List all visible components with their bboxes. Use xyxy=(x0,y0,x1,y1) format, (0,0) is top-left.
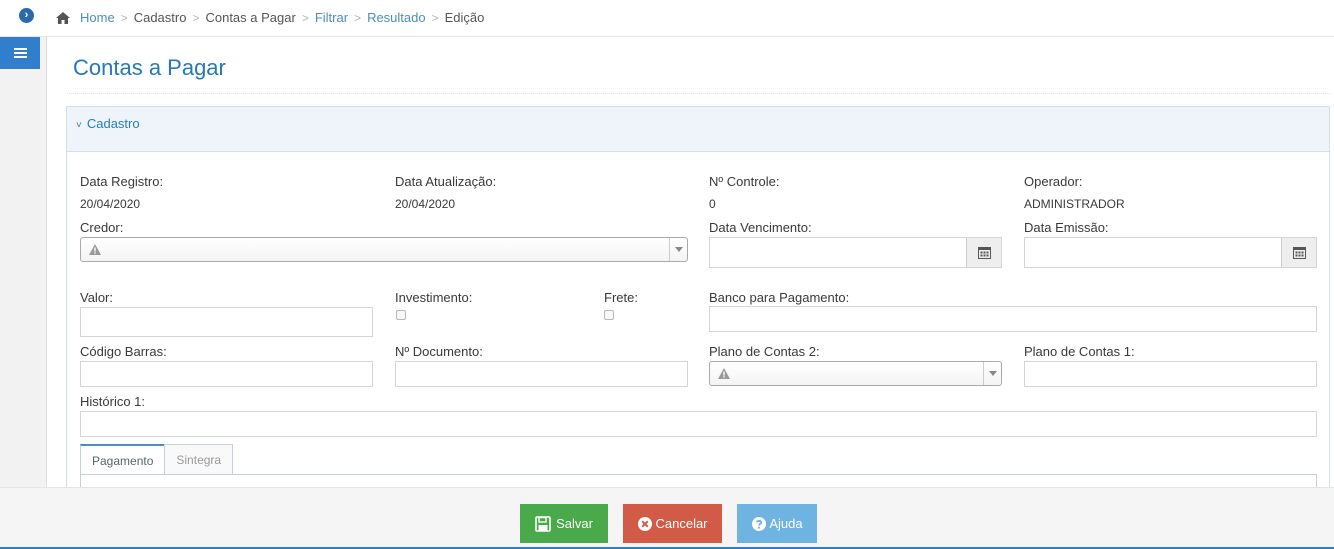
panel-title: Cadastro xyxy=(86,116,140,131)
help-button[interactable]: Ajuda xyxy=(737,504,817,543)
breadcrumb-filtrar[interactable]: Filtrar xyxy=(315,10,348,25)
data-emissao-field[interactable] xyxy=(1024,237,1317,268)
warning-icon xyxy=(718,368,730,379)
top-bar: › Home > Cadastro > Contas a Pagar > Fil… xyxy=(0,0,1334,37)
cancel-button[interactable]: Cancelar xyxy=(623,504,722,543)
operador-label: Operador: xyxy=(1024,174,1083,189)
historico-1-label: Histórico 1: xyxy=(80,394,146,409)
tab-bar: Pagamento Sintegra xyxy=(80,444,234,475)
footer-toolbar: Salvar Cancelar Ajuda xyxy=(0,487,1334,549)
breadcrumb-separator: > xyxy=(431,10,439,25)
n-controle-value: 0 xyxy=(709,197,716,211)
data-emissao-label: Data Emissão: xyxy=(1024,220,1109,235)
investimento-checkbox[interactable] xyxy=(396,310,406,320)
data-registro-field: Data Registro: 20/04/2020 xyxy=(80,174,163,211)
frete-checkbox[interactable] xyxy=(604,310,614,320)
page-title: Contas a Pagar xyxy=(73,55,226,80)
banco-pagamento-input[interactable] xyxy=(709,306,1317,332)
banco-pagamento-label: Banco para Pagamento: xyxy=(709,290,850,305)
breadcrumb-contas-a-pagar: Contas a Pagar xyxy=(205,10,296,25)
breadcrumb-resultado[interactable]: Resultado xyxy=(367,10,426,25)
data-atualizacao-label: Data Atualização: xyxy=(395,174,497,189)
breadcrumb-home[interactable]: Home xyxy=(80,10,115,25)
chevron-down-icon: ˅ xyxy=(76,120,82,131)
breadcrumb-edicao: Edição xyxy=(444,10,485,25)
home-icon[interactable] xyxy=(55,11,71,25)
n-documento-input[interactable] xyxy=(395,361,688,387)
data-vencimento-field[interactable] xyxy=(709,237,1002,268)
floppy-icon xyxy=(535,515,551,532)
cadastro-panel: ˅ Cadastro Data Registro: 20/04/2020 Data… xyxy=(66,106,1330,487)
data-registro-value: 20/04/2020 xyxy=(80,197,141,211)
plano-contas-2-select[interactable] xyxy=(709,361,1002,386)
breadcrumb-separator: > xyxy=(301,10,309,25)
data-atualizacao-field: Data Atualização: 20/04/2020 xyxy=(395,174,496,211)
operador-value: ADMINISTRADOR xyxy=(1024,197,1125,211)
breadcrumb-cadastro: Cadastro xyxy=(133,10,187,25)
plano-contas-2-label: Plano de Contas 2: xyxy=(709,344,820,359)
breadcrumb: Home > Cadastro > Contas a Pagar > Filtr… xyxy=(55,10,484,25)
data-registro-label: Data Registro: xyxy=(80,174,164,189)
save-button-label: Salvar xyxy=(556,516,593,531)
valor-input[interactable] xyxy=(80,307,373,337)
title-divider xyxy=(67,93,1330,94)
tab-content xyxy=(80,474,1317,487)
n-controle-field: Nº Controle: 0 xyxy=(709,174,780,211)
operador-field: Operador: ADMINISTRADOR xyxy=(1024,174,1125,211)
times-circle-icon xyxy=(638,516,653,531)
menu-toggle-button[interactable] xyxy=(0,37,40,69)
breadcrumb-separator: > xyxy=(354,10,362,25)
sidebar-collapse-icon[interactable]: › xyxy=(19,8,34,23)
credor-label: Credor: xyxy=(80,220,124,235)
data-atualizacao-value: 20/04/2020 xyxy=(395,197,456,211)
n-controle-label: Nº Controle: xyxy=(709,174,780,189)
chevron-down-icon xyxy=(669,238,687,261)
save-button[interactable]: Salvar xyxy=(520,504,608,543)
question-circle-icon xyxy=(752,516,767,531)
chevron-down-icon xyxy=(983,362,1001,385)
codigo-barras-input[interactable] xyxy=(80,361,373,387)
calendar-icon[interactable] xyxy=(1281,238,1316,267)
hamburger-icon xyxy=(13,52,27,54)
valor-label: Valor: xyxy=(80,290,113,305)
breadcrumb-separator: > xyxy=(192,10,200,25)
plano-contas-1-label: Plano de Contas 1: xyxy=(1024,344,1135,359)
frete-label: Frete: xyxy=(604,290,638,305)
codigo-barras-label: Código Barras: xyxy=(80,344,167,359)
tab-sintegra[interactable]: Sintegra xyxy=(164,444,234,475)
data-vencimento-label: Data Vencimento: xyxy=(709,220,812,235)
tab-pagamento[interactable]: Pagamento xyxy=(80,444,166,475)
main-content: Contas a Pagar ˅ Cadastro Data Registro: … xyxy=(47,37,1334,487)
warning-icon xyxy=(89,244,101,255)
cadastro-panel-header[interactable]: ˅ Cadastro xyxy=(67,107,1329,152)
breadcrumb-separator: > xyxy=(120,10,128,25)
credor-select[interactable] xyxy=(80,237,688,262)
cancel-button-label: Cancelar xyxy=(655,516,708,531)
help-button-label: Ajuda xyxy=(769,516,803,531)
calendar-icon[interactable] xyxy=(966,238,1001,267)
plano-contas-1-input[interactable] xyxy=(1024,361,1317,387)
historico-1-input[interactable] xyxy=(80,411,1317,437)
sidebar xyxy=(0,37,47,487)
n-documento-label: Nº Documento: xyxy=(395,344,483,359)
investimento-label: Investimento: xyxy=(395,290,473,305)
